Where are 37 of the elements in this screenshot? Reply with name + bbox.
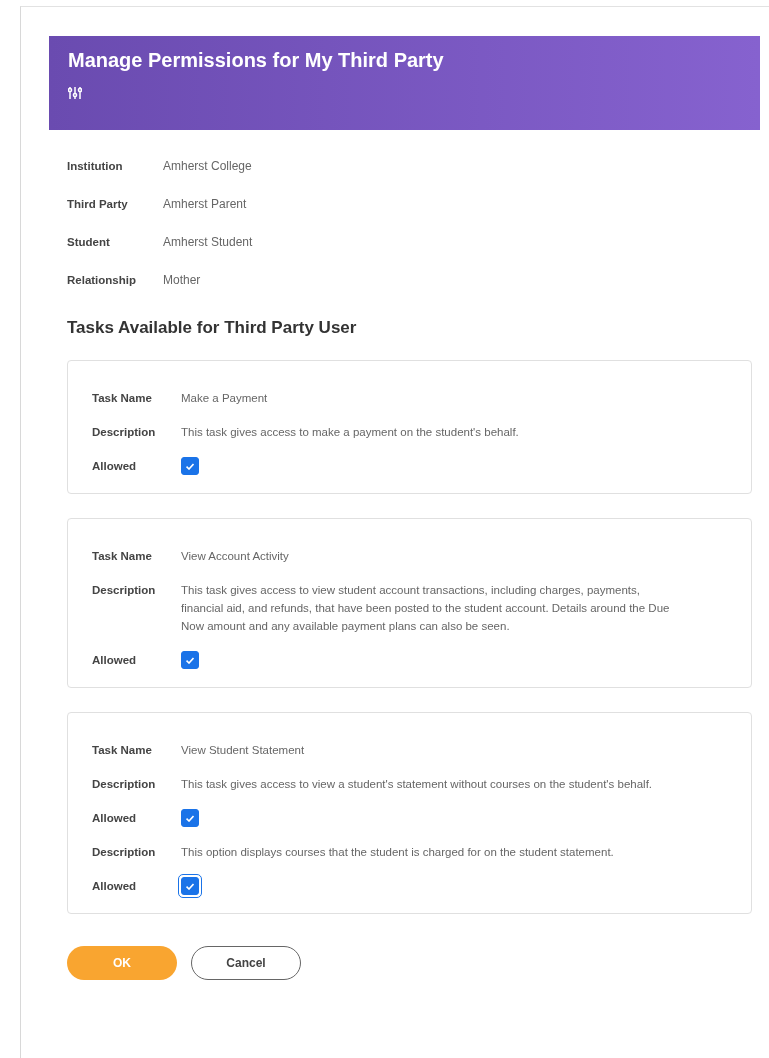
field-label: Task Name xyxy=(92,743,153,758)
field-value: Mother xyxy=(163,272,201,288)
field-label: Description xyxy=(92,777,157,792)
field-label: Allowed xyxy=(92,653,138,668)
field-label: Student xyxy=(67,235,111,250)
checkbox[interactable] xyxy=(181,457,199,475)
field-value: View Account Activity xyxy=(181,549,289,564)
field-value: Make a Payment xyxy=(181,391,268,406)
field-label: Task Name xyxy=(92,391,153,406)
field-label: Allowed xyxy=(92,459,138,474)
checkbox[interactable] xyxy=(181,651,199,669)
page-title: Manage Permissions for My Third Party xyxy=(68,49,445,72)
field-label: Institution xyxy=(67,159,124,174)
field-label: Third Party xyxy=(67,197,129,212)
section-heading: Tasks Available for Third Party User xyxy=(67,318,358,338)
field-label: Task Name xyxy=(92,549,153,564)
field-label: Relationship xyxy=(67,273,137,288)
field-label: Allowed xyxy=(92,811,138,826)
field-label: Allowed xyxy=(92,879,138,894)
checkmark-icon xyxy=(186,656,194,664)
cancel-button[interactable]: Cancel xyxy=(191,946,301,980)
checkmark-icon xyxy=(186,462,194,470)
field-value: Amherst College xyxy=(163,158,252,174)
checkmark-icon xyxy=(186,882,194,890)
field-value: Amherst Parent xyxy=(163,196,247,212)
sliders-icon[interactable] xyxy=(68,86,82,100)
field-label: Description xyxy=(92,425,157,440)
field-label: Description xyxy=(92,845,157,860)
field-value: View Student Statement xyxy=(181,743,305,758)
field-value: This task gives access to view a student's statement without courses on the student's behalf. xyxy=(181,777,653,792)
field-value: This task gives access to make a payment on the student's behalf. xyxy=(181,425,519,440)
field-label: Description xyxy=(92,583,157,598)
field-value: This task gives access to view student account transactions, including charges, payments, financial aid, and refunds, that have been posted to the student account. Details around the Due Now amount and any available payment plans can also be seen. xyxy=(181,583,671,634)
checkbox[interactable] xyxy=(181,809,199,827)
checkmark-icon xyxy=(186,814,194,822)
field-value: This option displays courses that the student is charged for on the student statement. xyxy=(181,845,614,860)
field-value: Amherst Student xyxy=(163,234,253,250)
